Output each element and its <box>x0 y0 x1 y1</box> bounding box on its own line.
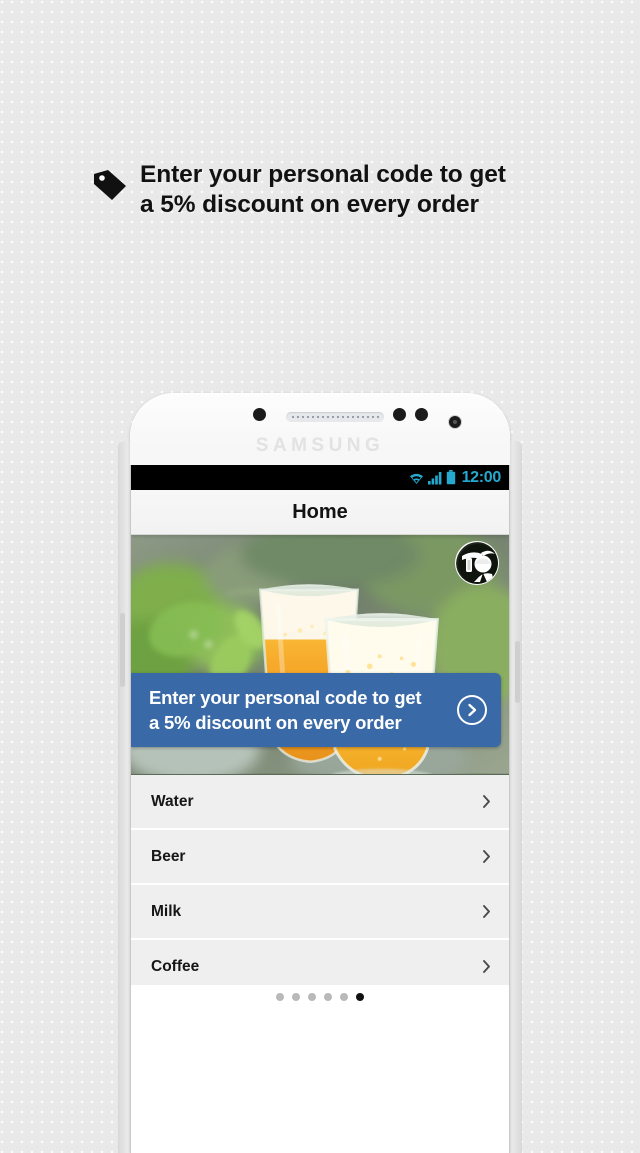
cellular-signal-icon <box>427 471 441 484</box>
hero-carousel[interactable]: Enter your personal code to get a 5% dis… <box>131 535 509 775</box>
pager-dot[interactable] <box>276 993 284 1001</box>
pager-dot[interactable] <box>324 993 332 1001</box>
list-item[interactable]: Milk <box>131 885 509 940</box>
category-list: Water Beer Milk Coffee <box>131 775 509 995</box>
app-header: Home <box>131 490 509 535</box>
promo-headline: Enter your personal code to get a 5% dis… <box>92 160 552 220</box>
power-button[interactable] <box>515 641 520 703</box>
device-brand-logo: SAMSUNG <box>255 435 385 456</box>
phone-left-edge <box>118 441 130 1153</box>
list-item-label: Water <box>151 792 194 810</box>
light-sensor-icon <box>393 408 406 421</box>
pager-dot[interactable] <box>340 993 348 1001</box>
front-camera-icon <box>448 415 462 429</box>
chevron-right-icon <box>482 794 491 809</box>
promo-headline-text: Enter your personal code to get a 5% dis… <box>140 161 506 218</box>
list-item[interactable]: Water <box>131 775 509 830</box>
chevron-right-icon <box>482 904 491 919</box>
profile-avatar-icon[interactable] <box>455 541 499 585</box>
carousel-pagination[interactable] <box>131 985 509 1009</box>
list-item-label: Beer <box>151 847 186 865</box>
pager-dot-active[interactable] <box>356 993 364 1001</box>
samsung-phone-mockup: SAMSUNG 12:00 Home Enter your personal c… <box>118 393 522 1153</box>
hero-promo-banner[interactable]: Enter your personal code to get a 5% dis… <box>131 673 501 747</box>
list-item[interactable]: Beer <box>131 830 509 885</box>
phone-right-edge <box>510 441 522 1153</box>
status-bar-clock: 12:00 <box>461 468 502 486</box>
earpiece-speaker-icon <box>286 412 384 422</box>
pager-dot[interactable] <box>292 993 300 1001</box>
price-tag-icon <box>94 170 126 200</box>
chevron-right-icon <box>482 849 491 864</box>
proximity-sensor-icon <box>253 408 266 421</box>
volume-rocker-button[interactable] <box>120 613 125 687</box>
battery-icon <box>446 470 455 485</box>
phone-screen: 12:00 Home Enter your personal code to g… <box>130 465 510 1153</box>
led-indicator-icon <box>415 408 428 421</box>
wifi-icon <box>409 473 423 484</box>
page-title: Home <box>292 500 348 523</box>
list-item-label: Coffee <box>151 957 200 975</box>
hero-promo-text: Enter your personal code to get a 5% dis… <box>149 687 422 733</box>
status-bar: 12:00 <box>131 465 509 490</box>
chevron-right-circle-icon[interactable] <box>457 695 487 725</box>
pager-dot[interactable] <box>308 993 316 1001</box>
list-item-label: Milk <box>151 902 182 920</box>
chevron-right-icon <box>482 959 491 974</box>
status-bar-icons <box>408 470 456 485</box>
